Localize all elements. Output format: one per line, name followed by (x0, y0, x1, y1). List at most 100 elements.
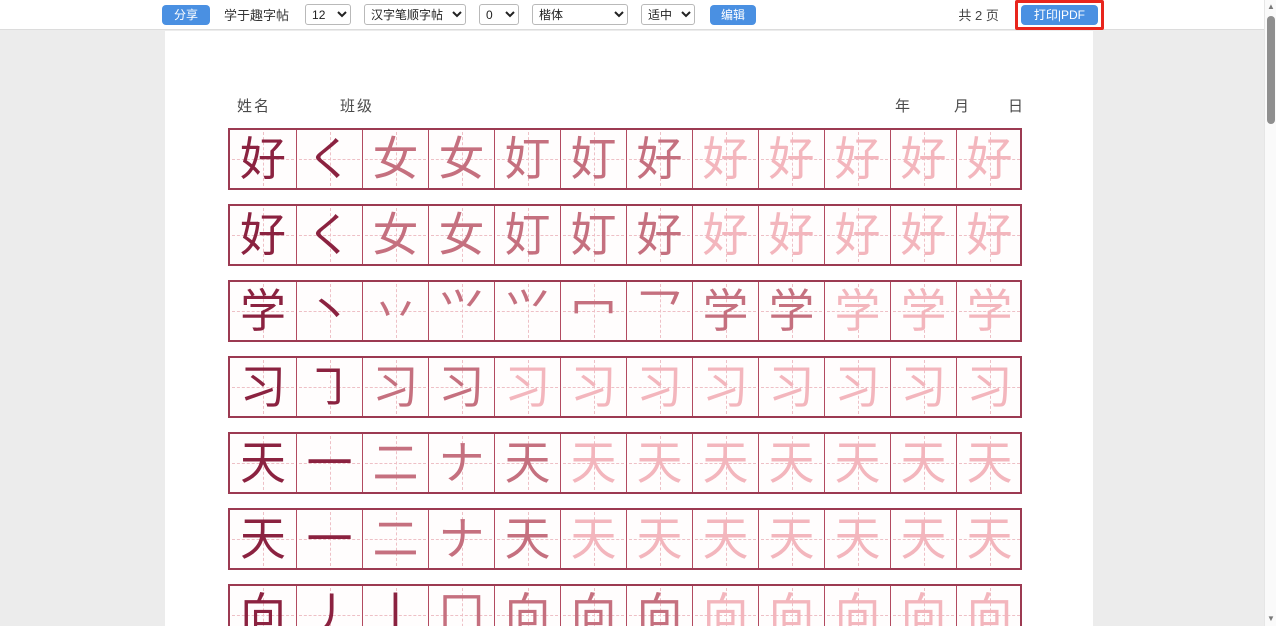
practice-char: 学 (957, 282, 1022, 340)
practice-char: 学 (759, 282, 824, 340)
practice-char: 天 (627, 434, 692, 492)
grid-cell: 天 (494, 434, 560, 492)
practice-char: 向 (693, 586, 758, 626)
grid-cell: 习 (428, 358, 494, 416)
practice-char: 丷 (363, 282, 428, 340)
vertical-scrollbar[interactable]: ▲ ▼ (1264, 0, 1276, 626)
grid-cell: 学 (230, 282, 296, 340)
grid-cell: 习 (758, 358, 824, 416)
grid-cell: 向 (230, 586, 296, 626)
grid-cell: 习 (890, 358, 956, 416)
practice-char: 好 (627, 130, 692, 188)
practice-char: く (297, 206, 362, 264)
practice-char: 向 (891, 586, 956, 626)
grid-cell: 天 (626, 510, 692, 568)
practice-char: 奵 (495, 206, 560, 264)
practice-char: 丨 (363, 586, 428, 626)
practice-char: 天 (627, 510, 692, 568)
grid-cell: 好 (230, 206, 296, 264)
grid-cell: 好 (956, 130, 1022, 188)
practice-char: 习 (627, 358, 692, 416)
practice-char: 好 (957, 206, 1022, 264)
grid-cell: 天 (230, 510, 296, 568)
char-row-天: 天一二ナ天天天天天天天天 (228, 508, 1022, 570)
scroll-up-icon[interactable]: ▲ (1265, 0, 1276, 14)
day-label: 日 (1008, 95, 1025, 116)
practice-char: 天 (891, 434, 956, 492)
practice-char: 学 (693, 282, 758, 340)
practice-char: 习 (230, 358, 296, 416)
practice-char: 习 (429, 358, 494, 416)
practice-char: 好 (230, 130, 296, 188)
practice-char: ⺍ (495, 282, 560, 340)
grid-cell: 向 (824, 586, 890, 626)
grid-cell: 奵 (494, 206, 560, 264)
grid-cell: 天 (956, 434, 1022, 492)
char-row-好: 好く女女奵奵好好好好好好 (228, 128, 1022, 190)
grid-cell: 天 (230, 434, 296, 492)
practice-char: 好 (825, 130, 890, 188)
practice-char: 习 (561, 358, 626, 416)
practice-char: 一 (297, 510, 362, 568)
grid-cell: 向 (494, 586, 560, 626)
practice-char: 学 (230, 282, 296, 340)
grid-cell: ナ (428, 510, 494, 568)
grid-cell: 好 (824, 130, 890, 188)
scrollbar-thumb[interactable] (1267, 16, 1275, 124)
practice-char: 天 (495, 434, 560, 492)
edit-button[interactable]: 编辑 (710, 5, 756, 25)
grid-cell: 女 (428, 206, 494, 264)
practice-char: ナ (429, 434, 494, 492)
grid-cell: 女 (362, 130, 428, 188)
practice-char: 好 (759, 130, 824, 188)
char-row-向: 向丿丨冂向向向向向向向向 (228, 584, 1022, 626)
grid-count-select[interactable]: 12 (305, 4, 351, 25)
grid-cell: 向 (956, 586, 1022, 626)
char-row-习: 习㇆习习习习习习习习习习 (228, 356, 1022, 418)
practice-char: 天 (561, 434, 626, 492)
practice-char: 二 (363, 434, 428, 492)
print-pdf-button[interactable]: 打印|PDF (1021, 5, 1098, 25)
practice-char: ナ (429, 510, 494, 568)
practice-char: 学 (891, 282, 956, 340)
grid-cell: 习 (362, 358, 428, 416)
grid-cell: 奵 (560, 130, 626, 188)
page-count-label: 共 2 页 (958, 5, 998, 24)
scroll-down-icon[interactable]: ▼ (1265, 612, 1276, 626)
grid-cell: 学 (890, 282, 956, 340)
grid-cell: 习 (692, 358, 758, 416)
practice-char: 奵 (495, 130, 560, 188)
share-button[interactable]: 分享 (162, 5, 210, 25)
practice-char: く (297, 130, 362, 188)
practice-char: 好 (693, 130, 758, 188)
practice-char: 习 (693, 358, 758, 416)
grid-cell: 习 (956, 358, 1022, 416)
blank-rows-select[interactable]: 0 (479, 4, 519, 25)
practice-char: 好 (891, 130, 956, 188)
practice-char: 好 (957, 130, 1022, 188)
practice-char: 学 (825, 282, 890, 340)
practice-char: 冂 (429, 586, 494, 626)
practice-char: 奵 (561, 206, 626, 264)
grid-cell: 天 (890, 434, 956, 492)
font-style-select[interactable]: 楷体 (532, 4, 628, 25)
grid-cell: 习 (230, 358, 296, 416)
class-label: 班级 (340, 95, 374, 116)
practice-char: ㇆ (297, 358, 362, 416)
grid-cell: 习 (494, 358, 560, 416)
grid-cell: 乛 (626, 282, 692, 340)
grid-cell: 天 (692, 434, 758, 492)
practice-char: 习 (957, 358, 1022, 416)
grid-cell: 好 (758, 130, 824, 188)
sheet-type-select[interactable]: 汉字笔顺字帖 (364, 4, 466, 25)
practice-char: 天 (693, 510, 758, 568)
practice-char: 好 (891, 206, 956, 264)
grid-cell: 学 (758, 282, 824, 340)
spacing-select[interactable]: 适中 (641, 4, 695, 25)
grid-cell: く (296, 206, 362, 264)
grid-cell: 向 (890, 586, 956, 626)
grid-cell: 向 (692, 586, 758, 626)
practice-char: 丿 (297, 586, 362, 626)
grid-cell: 向 (758, 586, 824, 626)
grid-cell: 奵 (494, 130, 560, 188)
